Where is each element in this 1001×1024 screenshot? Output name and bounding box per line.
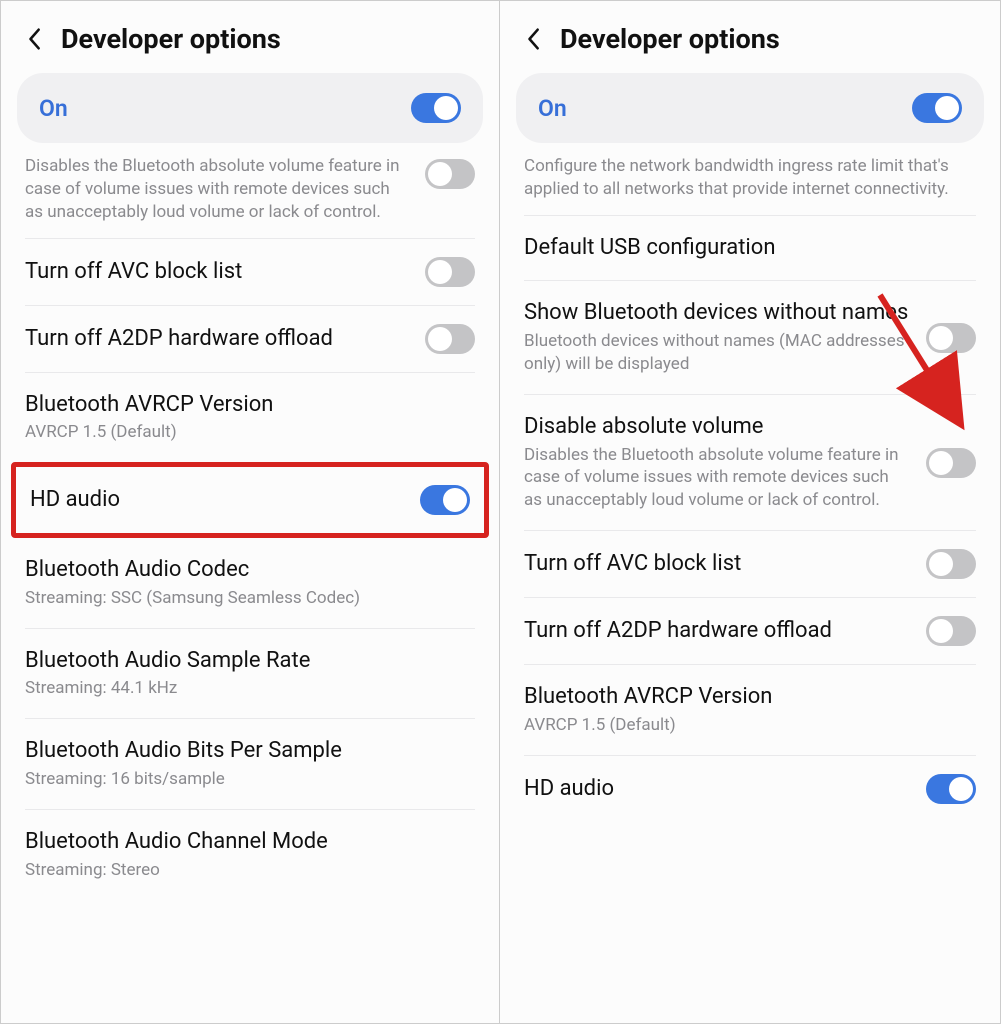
row-title: Turn off AVC block list — [25, 258, 409, 287]
toggle-bt-no-names[interactable] — [926, 323, 976, 353]
master-toggle-row[interactable]: On — [17, 73, 483, 143]
right-panel: Developer options On Configure the netwo… — [500, 0, 1001, 1024]
toggle-hd-audio[interactable] — [420, 485, 470, 515]
row-disable-absolute-volume[interactable]: Disable absolute volume Disables the Blu… — [500, 395, 1000, 530]
master-toggle-label: On — [538, 95, 567, 122]
master-toggle-switch[interactable] — [411, 93, 461, 123]
row-title: Bluetooth AVRCP Version — [25, 391, 459, 420]
row-subtitle: Streaming: Stereo — [25, 859, 459, 882]
row-subtitle: Streaming: SSC (Samsung Seamless Codec) — [25, 587, 459, 610]
row-subtitle: AVRCP 1.5 (Default) — [524, 714, 960, 737]
row-subtitle: AVRCP 1.5 (Default) — [25, 421, 459, 444]
row-avc-block-list[interactable]: Turn off AVC block list — [1, 239, 499, 305]
page-title: Developer options — [560, 23, 780, 55]
row-default-usb[interactable]: Default USB configuration — [500, 216, 1000, 281]
row-subtitle: Streaming: 44.1 kHz — [25, 677, 459, 700]
row-title: HD audio — [30, 486, 404, 515]
row-title: Turn off AVC block list — [524, 550, 910, 579]
row-avrcp-version[interactable]: Bluetooth AVRCP Version AVRCP 1.5 (Defau… — [500, 665, 1000, 755]
row-bt-sample-rate[interactable]: Bluetooth Audio Sample Rate Streaming: 4… — [1, 629, 499, 719]
row-title: Bluetooth Audio Channel Mode — [25, 828, 459, 857]
partial-description: Disables the Bluetooth absolute volume f… — [25, 155, 425, 224]
row-title: Turn off A2DP hardware offload — [524, 617, 910, 646]
row-title: Bluetooth Audio Bits Per Sample — [25, 737, 459, 766]
header: Developer options — [500, 1, 1000, 73]
row-subtitle: Bluetooth devices without names (MAC add… — [524, 330, 910, 376]
toggle-disable-absolute-volume[interactable] — [425, 159, 475, 189]
row-bt-bits-sample[interactable]: Bluetooth Audio Bits Per Sample Streamin… — [1, 719, 499, 809]
row-title: Bluetooth Audio Codec — [25, 556, 459, 585]
row-title: Bluetooth Audio Sample Rate — [25, 647, 459, 676]
back-icon[interactable] — [25, 30, 43, 48]
row-title: Disable absolute volume — [524, 413, 910, 442]
left-panel: Developer options On Disables the Blueto… — [0, 0, 500, 1024]
row-bt-audio-codec[interactable]: Bluetooth Audio Codec Streaming: SSC (Sa… — [1, 538, 499, 628]
partial-row-disable-absolute-volume: Disables the Bluetooth absolute volume f… — [1, 155, 499, 238]
highlight-hd-audio: HD audio — [11, 462, 489, 538]
row-title: Default USB configuration — [524, 234, 960, 263]
master-toggle-row[interactable]: On — [516, 73, 984, 143]
master-toggle-label: On — [39, 95, 68, 122]
row-title: Bluetooth AVRCP Version — [524, 683, 960, 712]
toggle-a2dp-offload[interactable] — [425, 324, 475, 354]
settings-list: Disables the Bluetooth absolute volume f… — [1, 155, 499, 899]
back-icon[interactable] — [524, 30, 542, 48]
row-a2dp-offload[interactable]: Turn off A2DP hardware offload — [1, 306, 499, 372]
toggle-hd-audio[interactable] — [926, 774, 976, 804]
page-title: Developer options — [61, 23, 281, 55]
row-bt-no-names[interactable]: Show Bluetooth devices without names Blu… — [500, 281, 1000, 393]
row-avc-block-list[interactable]: Turn off AVC block list — [500, 531, 1000, 597]
row-title: Turn off A2DP hardware offload — [25, 325, 409, 354]
row-a2dp-offload[interactable]: Turn off A2DP hardware offload — [500, 598, 1000, 664]
row-subtitle: Disables the Bluetooth absolute volume f… — [524, 444, 910, 513]
master-toggle-switch[interactable] — [912, 93, 962, 123]
row-hd-audio[interactable]: HD audio — [16, 467, 484, 533]
settings-list: Configure the network bandwidth ingress … — [500, 155, 1000, 822]
toggle-avc-block-list[interactable] — [926, 549, 976, 579]
toggle-disable-absolute-volume[interactable] — [926, 448, 976, 478]
toggle-avc-block-list[interactable] — [425, 257, 475, 287]
row-avrcp-version[interactable]: Bluetooth AVRCP Version AVRCP 1.5 (Defau… — [1, 373, 499, 463]
row-bt-channel-mode[interactable]: Bluetooth Audio Channel Mode Streaming: … — [1, 810, 499, 900]
row-subtitle: Streaming: 16 bits/sample — [25, 768, 459, 791]
row-title: Show Bluetooth devices without names — [524, 299, 910, 328]
row-hd-audio[interactable]: HD audio — [500, 756, 1000, 822]
row-title: HD audio — [524, 775, 910, 804]
partial-description: Configure the network bandwidth ingress … — [500, 155, 1000, 215]
toggle-a2dp-offload[interactable] — [926, 616, 976, 646]
header: Developer options — [1, 1, 499, 73]
